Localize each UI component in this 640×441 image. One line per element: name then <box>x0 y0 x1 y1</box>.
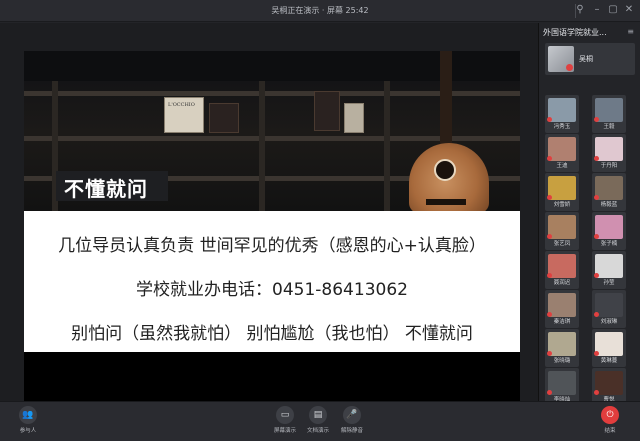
list-view-icon[interactable]: ≡ <box>627 27 634 36</box>
meeting-window: 吴桐正在演示 · 屏幕 25:42 ⚲ – ▢ ✕ L'OCCHIO 不懂就问 … <box>0 0 640 441</box>
self-video-card[interactable]: 吴桐 <box>545 43 635 75</box>
window-title: 吴桐正在演示 · 屏幕 25:42 <box>271 6 369 15</box>
participant-name: 张艺凤 <box>553 241 571 247</box>
microphone-icon: 🎤 <box>343 406 361 424</box>
participant-name: 秦洁琪 <box>553 319 571 325</box>
participant-tile[interactable]: 于丹阳 <box>592 134 626 172</box>
mic-muted-icon <box>566 64 573 71</box>
unmute-button[interactable]: 🎤 解除静音 <box>332 406 372 440</box>
participant-tile[interactable]: 张子楠 <box>592 212 626 250</box>
self-name: 吴桐 <box>579 55 593 63</box>
participant-tile[interactable]: 黄琳蔓 <box>592 329 626 367</box>
slide-line-2: 学校就业办电话：0451-86413062 <box>136 280 408 300</box>
participant-tile[interactable]: 秦洁琪 <box>545 290 579 328</box>
meeting-name: 外国语学院就业... <box>543 28 607 37</box>
participant-name: 冯秀玉 <box>553 124 571 130</box>
avatar <box>595 176 623 200</box>
slide-heading: 不懂就问 <box>56 171 168 201</box>
slide-line-1: 几位导员认真负责 世间罕见的优秀（感恩的心+认真脸） <box>58 236 486 256</box>
slide-line-3: 别怕问（虽然我就怕） 别怕尴尬（我也怕） 不懂就问 <box>71 324 473 344</box>
participant-name: 刘雪娇 <box>553 202 571 208</box>
participant-name: 王迪 <box>556 163 568 169</box>
folder-icon: ▤ <box>309 406 327 424</box>
avatar <box>548 293 576 317</box>
participants-button[interactable]: 👥 参与人 <box>8 406 48 440</box>
participant-tile[interactable]: 王迪 <box>545 134 579 172</box>
avatar <box>595 98 623 122</box>
participant-name: 王毅 <box>603 124 615 130</box>
participant-tile[interactable]: 王毅 <box>592 95 626 133</box>
participant-tile[interactable]: 张晓璐 <box>545 329 579 367</box>
slide-banner-image: L'OCCHIO 不懂就问 <box>24 51 520 211</box>
avatar <box>548 46 574 72</box>
participant-tile[interactable]: 冯秀玉 <box>545 95 579 133</box>
participants-panel: 外国语学院就业... ≡ 吴桐 冯秀玉 王毅王迪 于丹阳刘雪娇 杨毅蓝张艺凤 张子楠聂润… <box>538 23 640 406</box>
avatar <box>548 254 576 278</box>
avatar <box>595 371 623 395</box>
divider <box>575 4 576 18</box>
guitar <box>440 51 452 151</box>
avatar <box>595 215 623 239</box>
minimize-icon[interactable]: – <box>590 3 604 17</box>
avatar <box>595 254 623 278</box>
participant-tile[interactable]: 聂润迟 <box>545 251 579 289</box>
participant-name: 张晓璐 <box>553 358 571 364</box>
participant-tile[interactable]: 刘淑琳 <box>592 290 626 328</box>
avatar <box>548 215 576 239</box>
participant-tile[interactable]: 杨毅蓝 <box>592 173 626 211</box>
participant-name: 张子楠 <box>600 241 618 247</box>
book-cover: L'OCCHIO <box>164 97 204 133</box>
avatar <box>595 332 623 356</box>
people-icon: 👥 <box>19 406 37 424</box>
participant-name: 孙莹 <box>603 280 615 286</box>
shared-slide: L'OCCHIO 不懂就问 几位导员认真负责 世间罕见的优秀（感恩的心+认真脸）… <box>24 51 520 412</box>
participant-tile[interactable]: 张艺凤 <box>545 212 579 250</box>
participant-name: 于丹阳 <box>600 163 618 169</box>
close-icon[interactable]: ✕ <box>622 3 636 17</box>
participant-name: 黄琳蔓 <box>600 358 618 364</box>
title-bar: 吴桐正在演示 · 屏幕 25:42 ⚲ – ▢ ✕ <box>0 0 640 22</box>
avatar <box>595 293 623 317</box>
participant-tile[interactable]: 孙莹 <box>592 251 626 289</box>
participant-name: 聂润迟 <box>553 280 571 286</box>
avatar <box>548 98 576 122</box>
end-meeting-button[interactable]: ⏻ 结束 <box>590 406 630 440</box>
participant-name: 杨毅蓝 <box>600 202 618 208</box>
slide-text-area: 几位导员认真负责 世间罕见的优秀（感恩的心+认真脸） 学校就业办电话：0451-… <box>24 211 520 352</box>
power-icon: ⏻ <box>601 406 619 424</box>
screen-icon: ▭ <box>276 406 294 424</box>
participant-name: 刘淑琳 <box>600 319 618 325</box>
bottom-toolbar: 👥 参与人 ▭ 屏幕演示 ▤ 文档演示 🎤 解除静音 ⏻ 结束 <box>0 401 640 441</box>
avatar <box>548 176 576 200</box>
avatar <box>548 332 576 356</box>
avatar <box>548 137 576 161</box>
participant-tile[interactable]: 刘雪娇 <box>545 173 579 211</box>
avatar <box>548 371 576 395</box>
maximize-icon[interactable]: ▢ <box>606 3 620 17</box>
avatar <box>595 137 623 161</box>
presentation-stage: L'OCCHIO 不懂就问 几位导员认真负责 世间罕见的优秀（感恩的心+认真脸）… <box>0 23 538 412</box>
